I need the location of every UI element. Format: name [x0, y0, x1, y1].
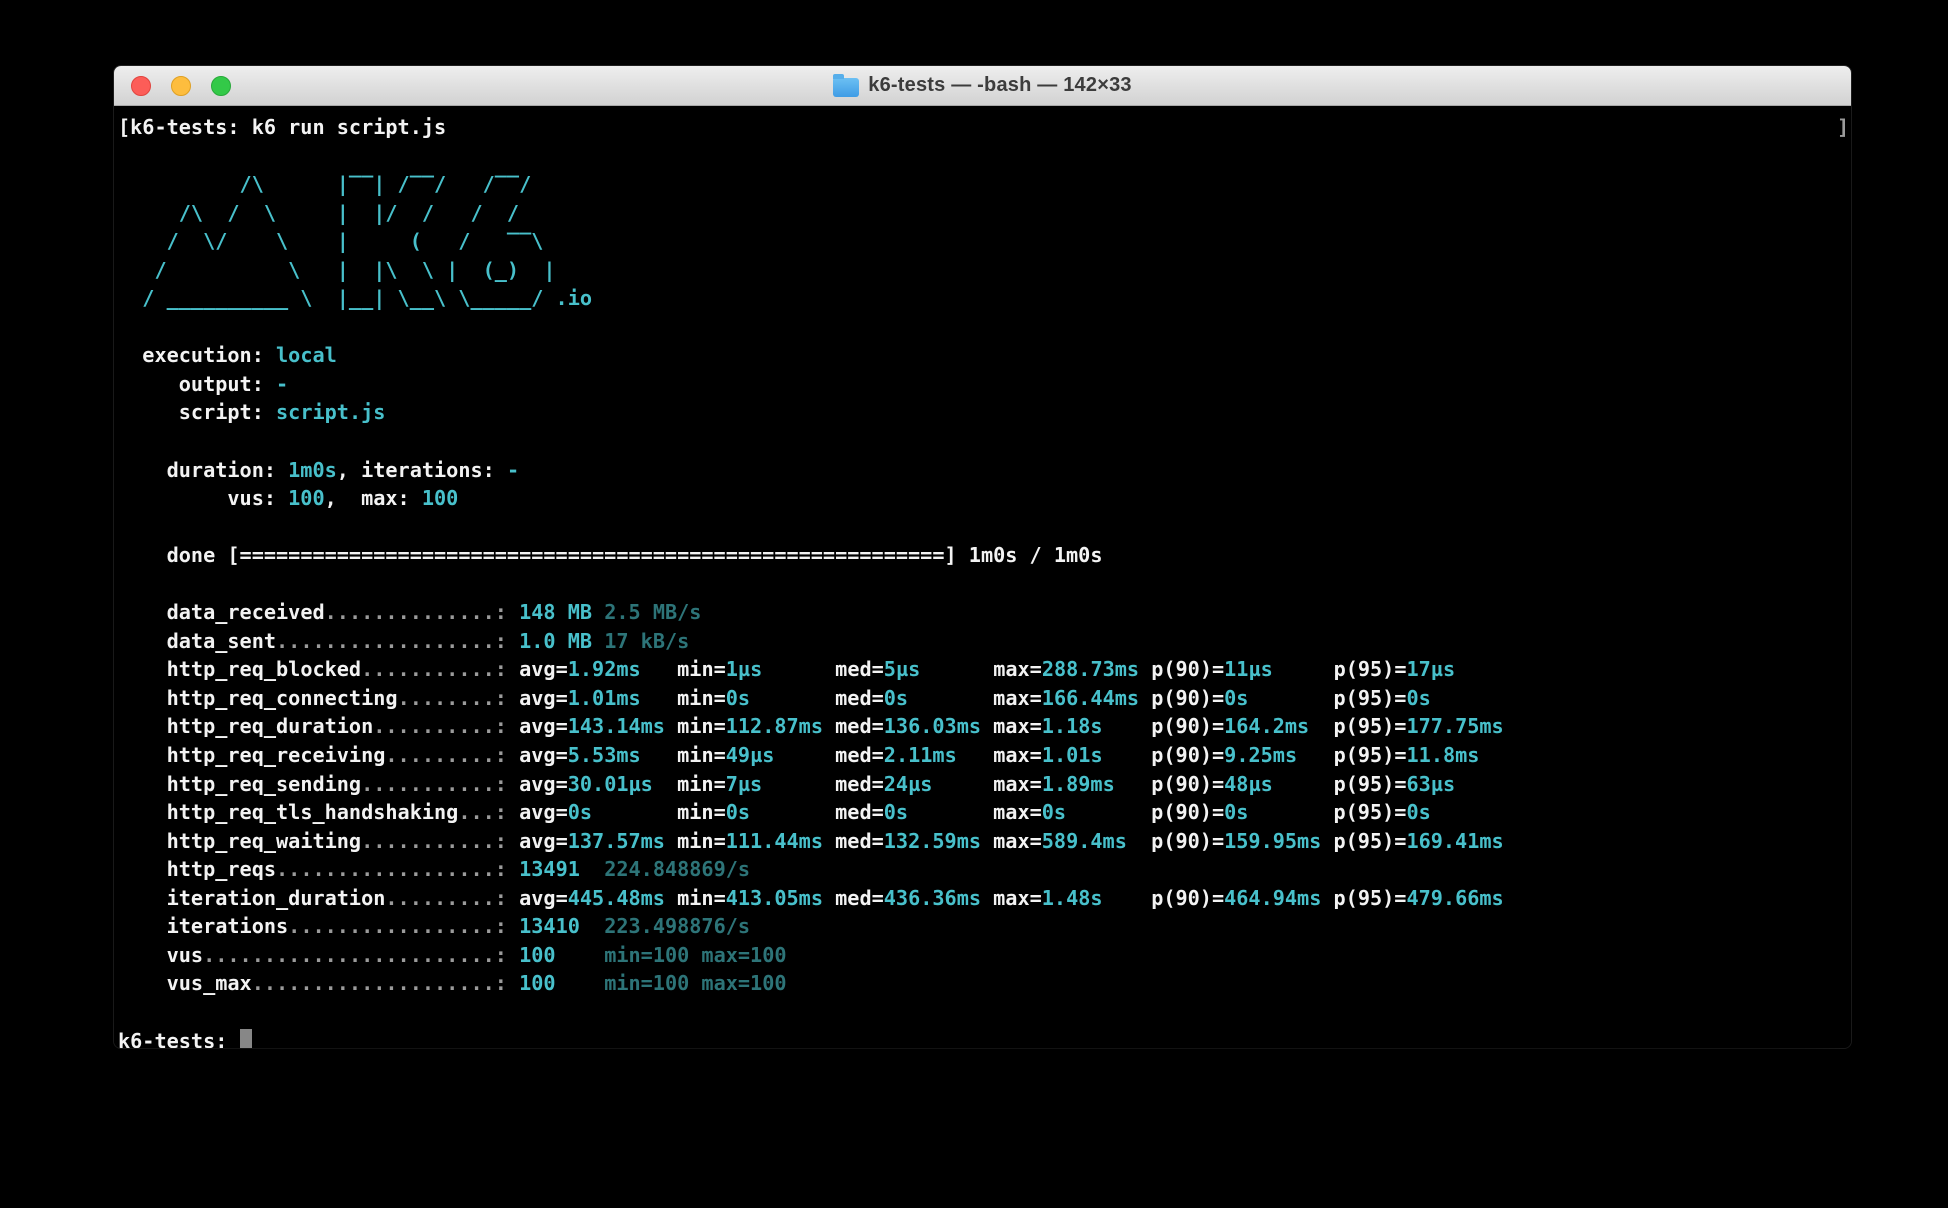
blank-line: [118, 998, 1851, 1027]
k6-logo-line: / \ | |\ \ | (_) |: [118, 256, 1851, 285]
blank-line: [118, 513, 1851, 542]
terminal-output[interactable]: [k6-tests: k6 run script.js] /\ |‾‾| /‾‾…: [114, 106, 1851, 1048]
title-group: k6-tests — -bash — 142×33: [833, 74, 1131, 97]
terminal-window: k6-tests — -bash — 142×33 [k6-tests: k6 …: [114, 66, 1851, 1048]
k6-logo-line: / \/ \ | ( / ‾‾\: [118, 227, 1851, 256]
blank-line: [118, 570, 1851, 599]
execution-line: execution: local: [118, 341, 1851, 370]
screen: k6-tests — -bash — 142×33 [k6-tests: k6 …: [0, 0, 1948, 1208]
metric-row-iterations: iterations.................: 13410 223.4…: [118, 912, 1851, 941]
metric-row-http-req-sending: http_req_sending...........: avg=30.01µs…: [118, 770, 1851, 799]
command-line: [k6-tests: k6 run script.js]: [118, 113, 1851, 142]
progress-line: done [==================================…: [118, 541, 1851, 570]
metric-row-data-sent: data_sent..................: 1.0 MB 17 k…: [118, 627, 1851, 656]
blank-line: [118, 427, 1851, 456]
metric-row-vus-max: vus_max....................: 100 min=100…: [118, 969, 1851, 998]
metric-row-http-req-tls-handshaking: http_req_tls_handshaking...: avg=0s min=…: [118, 798, 1851, 827]
k6-logo-line: / __________ \ |__| \__\ \_____/ .io: [118, 284, 1851, 313]
script-line: script: script.js: [118, 398, 1851, 427]
window-controls: [131, 66, 231, 105]
title-bar: k6-tests — -bash — 142×33: [114, 66, 1851, 106]
folder-icon: [833, 78, 859, 97]
terminal-cursor: [240, 1029, 252, 1049]
output-line: output: -: [118, 370, 1851, 399]
zoom-button[interactable]: [211, 76, 231, 96]
duration-line: duration: 1m0s, iterations: -: [118, 456, 1851, 485]
close-button[interactable]: [131, 76, 151, 96]
blank-line: [118, 142, 1851, 171]
shell-prompt: k6-tests:: [118, 1027, 1851, 1049]
metric-row-http-reqs: http_reqs..................: 13491 224.8…: [118, 855, 1851, 884]
metric-row-vus: vus........................: 100 min=100…: [118, 941, 1851, 970]
metric-row-http-req-blocked: http_req_blocked...........: avg=1.92ms …: [118, 655, 1851, 684]
window-title: k6-tests — -bash — 142×33: [868, 74, 1131, 97]
vus-config-line: vus: 100, max: 100: [118, 484, 1851, 513]
k6-logo-line: /\ |‾‾| /‾‾/ /‾‾/: [118, 170, 1851, 199]
metric-row-http-req-waiting: http_req_waiting...........: avg=137.57m…: [118, 827, 1851, 856]
metric-row-http-req-duration: http_req_duration..........: avg=143.14m…: [118, 712, 1851, 741]
metric-row-iteration-duration: iteration_duration.........: avg=445.48m…: [118, 884, 1851, 913]
k6-logo-line: /\ / \ | |/ / / /: [118, 199, 1851, 228]
metric-row-http-req-connecting: http_req_connecting........: avg=1.01ms …: [118, 684, 1851, 713]
minimize-button[interactable]: [171, 76, 191, 96]
metric-row-http-req-receiving: http_req_receiving.........: avg=5.53ms …: [118, 741, 1851, 770]
blank-line: [118, 313, 1851, 342]
metric-row-data-received: data_received..............: 148 MB 2.5 …: [118, 598, 1851, 627]
